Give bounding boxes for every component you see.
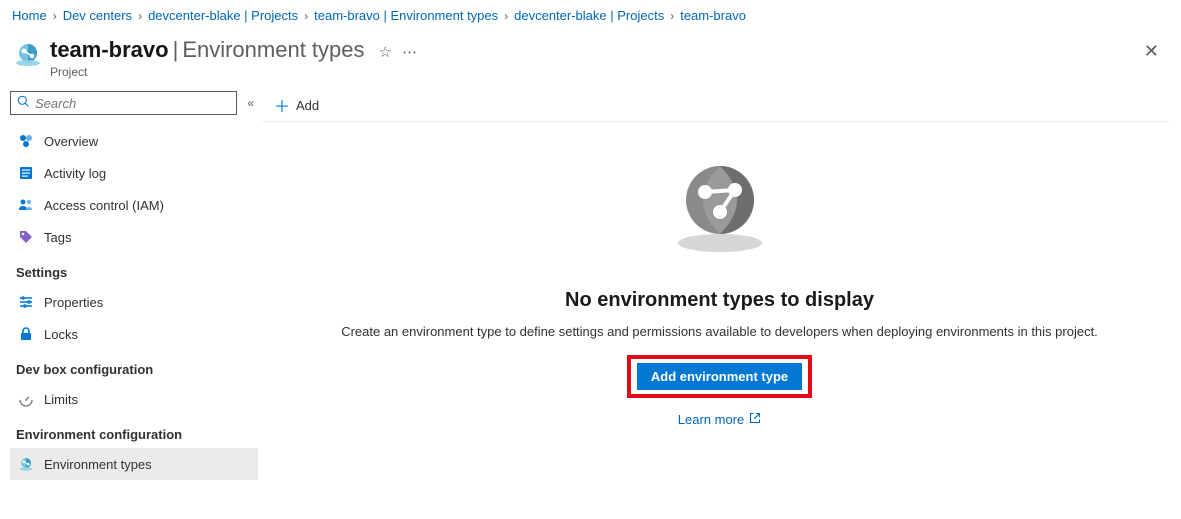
empty-illustration-icon xyxy=(665,150,775,263)
project-icon xyxy=(14,41,42,69)
sidebar-item-limits[interactable]: Limits xyxy=(10,383,258,415)
sidebar-item-environment-types[interactable]: Environment types xyxy=(10,448,258,480)
sidebar-item-label: Access control (IAM) xyxy=(44,198,164,213)
sidebar-item-label: Tags xyxy=(44,230,71,245)
page-subtitle: Project xyxy=(50,65,365,79)
access-control-icon xyxy=(18,197,34,213)
breadcrumb-link[interactable]: team-bravo | Environment types xyxy=(314,8,498,23)
sidebar-item-overview[interactable]: Overview xyxy=(10,125,258,157)
toolbar: ＋ Add xyxy=(258,91,1181,119)
sidebar-item-label: Environment types xyxy=(44,457,152,472)
sidebar: « Overview Activity log Access control (… xyxy=(0,85,258,480)
close-icon[interactable]: ✕ xyxy=(1144,41,1159,62)
properties-icon xyxy=(18,294,34,310)
learn-more-label: Learn more xyxy=(678,412,744,427)
sidebar-item-label: Overview xyxy=(44,134,98,149)
sidebar-section-settings: Settings xyxy=(10,253,258,286)
breadcrumb-link[interactable]: Dev centers xyxy=(63,8,132,23)
sidebar-item-locks[interactable]: Locks xyxy=(10,318,258,350)
breadcrumb: Home › Dev centers › devcenter-blake | P… xyxy=(0,0,1181,31)
sidebar-item-label: Properties xyxy=(44,295,103,310)
page-header: team-bravo|Environment types Project ☆ ⋯… xyxy=(0,31,1181,85)
breadcrumb-link[interactable]: team-bravo xyxy=(680,8,746,23)
breadcrumb-link[interactable]: devcenter-blake | Projects xyxy=(514,8,664,23)
plus-icon: ＋ xyxy=(274,93,290,117)
add-button[interactable]: ＋ Add xyxy=(266,89,327,121)
sidebar-item-label: Limits xyxy=(44,392,78,407)
chevron-right-icon: › xyxy=(304,9,308,23)
chevron-right-icon: › xyxy=(53,9,57,23)
learn-more-link[interactable]: Learn more xyxy=(678,412,761,427)
page-title: team-bravo|Environment types xyxy=(50,37,365,63)
chevron-right-icon: › xyxy=(504,9,508,23)
locks-icon xyxy=(18,326,34,342)
chevron-right-icon: › xyxy=(138,9,142,23)
sidebar-item-activity-log[interactable]: Activity log xyxy=(10,157,258,189)
tags-icon xyxy=(18,229,34,245)
limits-icon xyxy=(18,391,34,407)
sidebar-item-access-control[interactable]: Access control (IAM) xyxy=(10,189,258,221)
chevron-right-icon: › xyxy=(670,9,674,23)
sidebar-item-tags[interactable]: Tags xyxy=(10,221,258,253)
overview-icon xyxy=(18,133,34,149)
sidebar-section-env: Environment configuration xyxy=(10,415,258,448)
search-icon xyxy=(17,95,30,111)
favorite-icon[interactable]: ☆ xyxy=(379,43,392,61)
add-environment-type-button[interactable]: Add environment type xyxy=(637,363,802,390)
add-button-label: Add xyxy=(296,98,319,113)
sidebar-section-devbox: Dev box configuration xyxy=(10,350,258,383)
collapse-sidebar-icon[interactable]: « xyxy=(247,96,254,110)
environment-types-icon xyxy=(18,456,34,472)
empty-state-title: No environment types to display xyxy=(565,289,874,312)
sidebar-item-label: Activity log xyxy=(44,166,106,181)
search-input[interactable] xyxy=(35,96,230,111)
empty-state-description: Create an environment type to define set… xyxy=(341,324,1098,339)
empty-state: No environment types to display Create a… xyxy=(258,122,1181,427)
activity-log-icon xyxy=(18,165,34,181)
search-input-wrapper[interactable] xyxy=(10,91,237,115)
sidebar-item-properties[interactable]: Properties xyxy=(10,286,258,318)
more-icon[interactable]: ⋯ xyxy=(402,43,417,61)
main-content: ＋ Add No environment types to di xyxy=(258,85,1181,480)
external-link-icon xyxy=(749,412,761,427)
breadcrumb-link[interactable]: devcenter-blake | Projects xyxy=(148,8,298,23)
breadcrumb-link[interactable]: Home xyxy=(12,8,47,23)
sidebar-item-label: Locks xyxy=(44,327,78,342)
highlight-annotation: Add environment type xyxy=(627,355,812,398)
